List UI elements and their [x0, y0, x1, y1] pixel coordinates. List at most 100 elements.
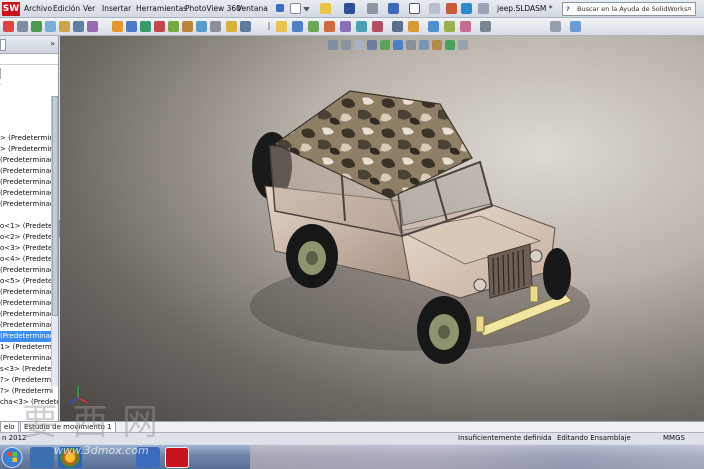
- move-component-icon[interactable]: [59, 21, 70, 32]
- chevron-down-icon[interactable]: [303, 7, 310, 12]
- options-icon[interactable]: [461, 3, 472, 14]
- new-motion-study-icon[interactable]: [140, 21, 151, 32]
- new-document-icon[interactable]: [290, 3, 301, 14]
- model-tabs: elo Estudio de movimiento 1: [0, 421, 704, 433]
- tree-item[interactable]: cha<3> (Predeter: [0, 397, 58, 408]
- routing-icon[interactable]: [428, 21, 439, 32]
- menu-ver[interactable]: Ver: [83, 4, 95, 13]
- menu-herramientas[interactable]: Herramientas: [136, 4, 187, 13]
- smart-dimension-icon[interactable]: [240, 21, 251, 32]
- tree-scrollbar[interactable]: [51, 96, 58, 386]
- photoview-icon[interactable]: [460, 21, 471, 32]
- tree-item[interactable]: (Predeterminado: [0, 353, 58, 364]
- tree-item[interactable]: (Predeterminado: [0, 177, 58, 188]
- print-icon[interactable]: [367, 3, 378, 14]
- assembly-features-icon[interactable]: [112, 21, 123, 32]
- tree-item[interactable]: (Predeterminado: [0, 265, 58, 276]
- status-definition: Insuficientemente definida: [458, 434, 552, 442]
- tree-item[interactable]: > (Predeterminad: [0, 133, 58, 144]
- separator-icon: |: [267, 21, 271, 30]
- office-products-icon[interactable]: [372, 21, 383, 32]
- menu-edicion[interactable]: Edición: [53, 4, 80, 13]
- tree-item[interactable]: o<5> (Predeterm: [0, 276, 58, 287]
- graphics-viewport[interactable]: [60, 36, 704, 421]
- tree-filter[interactable]: [0, 56, 58, 65]
- tree-item[interactable]: (Predeterminado: [0, 188, 58, 199]
- task-pane-icon[interactable]: [570, 21, 581, 32]
- toolbar-more-icon[interactable]: [478, 3, 489, 14]
- help-icon[interactable]: [276, 4, 284, 12]
- rebuild-icon[interactable]: [429, 3, 440, 14]
- save-icon[interactable]: [344, 3, 355, 14]
- start-button[interactable]: [0, 446, 24, 469]
- tree-item[interactable]: (Predeterminado: [0, 298, 58, 309]
- tree-item[interactable]: (Predeterminado: [0, 320, 58, 331]
- status-version: n 2012: [2, 434, 27, 442]
- windows-taskbar: [0, 444, 704, 469]
- solidworks-taskbar-icon[interactable]: [165, 447, 189, 468]
- feature-manager-tab[interactable]: [0, 39, 6, 51]
- evaluate-icon[interactable]: [340, 21, 351, 32]
- hide-show-components-icon[interactable]: [196, 21, 207, 32]
- tree-item[interactable]: o<2> (Predeterm: [0, 232, 58, 243]
- feature-manager-header: »: [0, 36, 58, 54]
- tree-item-selected[interactable]: (Predeterminado: [0, 331, 58, 342]
- search-help-input[interactable]: ? Buscar en la Ayuda de SolidWorks ⌕: [562, 2, 696, 16]
- tree-item[interactable]: ?> (Predetermi: [0, 386, 58, 397]
- tree-item[interactable]: o<3> (Predeterm: [0, 243, 58, 254]
- dimxpert-icon[interactable]: [356, 21, 367, 32]
- edit-component-icon[interactable]: [17, 21, 28, 32]
- command-toolbar: |: [0, 18, 704, 36]
- tree-item[interactable]: > (Predeterminad: [0, 144, 58, 155]
- tree-item[interactable]: o<4> (Predeterm: [0, 254, 58, 265]
- tree-item[interactable]: s<3> (Predeterm: [0, 364, 58, 375]
- jeep-3d-model[interactable]: [60, 36, 704, 421]
- tree-connector: [0, 68, 6, 79]
- tree-item[interactable]: o<1> (Predeterm: [0, 221, 58, 232]
- menu-photoview[interactable]: PhotoView 360: [185, 4, 241, 13]
- status-units[interactable]: MMGS: [663, 433, 685, 444]
- menu-archivo[interactable]: Archivo: [24, 4, 52, 13]
- select-arrow-icon[interactable]: [409, 3, 420, 14]
- tree-item[interactable]: (Predeterminado: [0, 166, 58, 177]
- smart-mates-icon[interactable]: [3, 21, 14, 32]
- undo-icon[interactable]: [388, 3, 399, 14]
- window-tile-icon[interactable]: [550, 21, 561, 32]
- tree-item[interactable]: ?> (Predetermi: [0, 375, 58, 386]
- interference-detection-icon[interactable]: [182, 21, 193, 32]
- rotate-component-icon[interactable]: [73, 21, 84, 32]
- chrome-taskbar-icon[interactable]: [58, 447, 82, 468]
- explorer-taskbar-icon[interactable]: [30, 447, 54, 468]
- solidworks-logo[interactable]: SW: [2, 2, 20, 16]
- view-icon[interactable]: [392, 21, 403, 32]
- insert-component-icon[interactable]: [31, 21, 42, 32]
- simulation-icon[interactable]: [444, 21, 455, 32]
- pattern-icon[interactable]: [87, 21, 98, 32]
- search-icon[interactable]: ⌕: [687, 3, 692, 15]
- bill-of-materials-icon[interactable]: [154, 21, 165, 32]
- mate-icon[interactable]: [45, 21, 56, 32]
- weldments-icon[interactable]: [292, 21, 303, 32]
- sketch-icon[interactable]: [226, 21, 237, 32]
- ie-taskbar-icon[interactable]: [136, 447, 160, 468]
- expand-panel-icon[interactable]: »: [50, 39, 55, 48]
- tree-item[interactable]: (Predeterminado: [0, 199, 58, 210]
- mold-tools-icon[interactable]: [308, 21, 319, 32]
- file-properties-icon[interactable]: [446, 3, 457, 14]
- surfaces-icon[interactable]: [324, 21, 335, 32]
- status-mode: Editando Ensamblaje: [557, 434, 631, 442]
- tree-item[interactable]: (Predeterminado: [0, 309, 58, 320]
- tree-scrollbar-thumb[interactable]: [52, 96, 58, 316]
- tree-item[interactable]: (Predeterminado: [0, 155, 58, 166]
- exploded-view-icon[interactable]: [168, 21, 179, 32]
- open-folder-icon[interactable]: [320, 3, 331, 14]
- tree-item[interactable]: 1> (Predetermi: [0, 342, 58, 353]
- menu-insertar[interactable]: Insertar: [102, 4, 131, 13]
- render-tools-icon[interactable]: [408, 21, 419, 32]
- toggle-icon[interactable]: [210, 21, 221, 32]
- toolbar-overflow-icon[interactable]: [480, 21, 491, 32]
- menu-ventana[interactable]: Ventana: [237, 4, 268, 13]
- tree-item[interactable]: (Predeterminado: [0, 287, 58, 298]
- sheet-metal-icon[interactable]: [276, 21, 287, 32]
- reference-geometry-icon[interactable]: [126, 21, 137, 32]
